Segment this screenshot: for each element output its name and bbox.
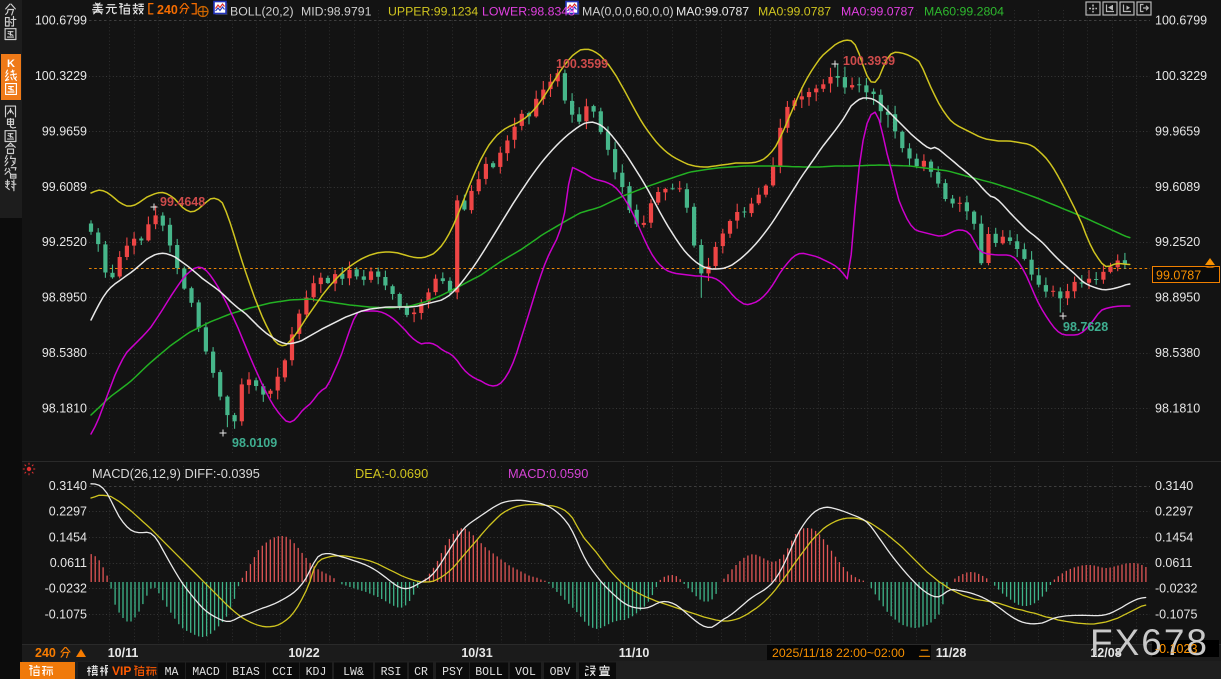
svg-text:MA0:99.0787: MA0:99.0787 bbox=[841, 5, 914, 19]
svg-text:240: 240 bbox=[157, 3, 178, 17]
svg-text:-0.1023: -0.1023 bbox=[1155, 642, 1197, 656]
svg-text:PSY: PSY bbox=[442, 666, 463, 679]
svg-text:0.0611: 0.0611 bbox=[1155, 556, 1192, 570]
svg-text:98.1810: 98.1810 bbox=[42, 402, 87, 416]
svg-text:99.2520: 99.2520 bbox=[1155, 235, 1200, 249]
svg-text:MA0:99.0787: MA0:99.0787 bbox=[758, 5, 831, 19]
svg-text:240: 240 bbox=[35, 646, 56, 660]
svg-text:MA(0,0,0,60,0,0): MA(0,0,0,60,0,0) bbox=[582, 5, 674, 19]
svg-text:99.4648: 99.4648 bbox=[160, 195, 205, 209]
svg-text:10/22: 10/22 bbox=[288, 646, 319, 660]
svg-text:LOWER:98.8348: LOWER:98.8348 bbox=[482, 5, 575, 19]
svg-text:100.3599: 100.3599 bbox=[556, 57, 608, 71]
svg-text:2025/11/18 22:00~02:00: 2025/11/18 22:00~02:00 bbox=[772, 646, 905, 660]
svg-text:99.9659: 99.9659 bbox=[42, 124, 87, 138]
svg-text:98.7628: 98.7628 bbox=[1063, 320, 1108, 334]
svg-text:VOL: VOL bbox=[515, 666, 536, 679]
svg-text:-0.0232: -0.0232 bbox=[45, 582, 87, 596]
svg-text:-0.0232: -0.0232 bbox=[1155, 582, 1197, 596]
svg-text:98.0109: 98.0109 bbox=[232, 436, 277, 450]
svg-text:100.3229: 100.3229 bbox=[35, 69, 87, 83]
svg-text:98.1810: 98.1810 bbox=[1155, 402, 1200, 416]
svg-text:99.9659: 99.9659 bbox=[1155, 124, 1200, 138]
svg-text:MACD(26,12,9) DIFF:-0.0395: MACD(26,12,9) DIFF:-0.0395 bbox=[92, 466, 260, 481]
svg-text:0.0611: 0.0611 bbox=[50, 556, 87, 570]
svg-text:-0.1075: -0.1075 bbox=[45, 607, 87, 621]
svg-text:UPPER:99.1234: UPPER:99.1234 bbox=[388, 5, 478, 19]
svg-text:BOLL: BOLL bbox=[475, 666, 503, 679]
svg-text:99.6089: 99.6089 bbox=[42, 180, 87, 194]
svg-text:MID:98.9791: MID:98.9791 bbox=[301, 5, 372, 19]
svg-text:100.3939: 100.3939 bbox=[843, 54, 895, 68]
svg-text:0.3140: 0.3140 bbox=[1155, 479, 1193, 493]
svg-text:0.2297: 0.2297 bbox=[1155, 505, 1193, 519]
svg-text:DEA:-0.0690: DEA:-0.0690 bbox=[355, 466, 428, 481]
svg-text:LW&: LW& bbox=[343, 666, 364, 679]
svg-text:BOLL(20,2): BOLL(20,2) bbox=[230, 5, 294, 19]
svg-text:10/11: 10/11 bbox=[108, 646, 139, 660]
svg-text:KDJ: KDJ bbox=[306, 666, 327, 679]
svg-text:OBV: OBV bbox=[550, 666, 571, 679]
svg-text:MA60:99.2804: MA60:99.2804 bbox=[924, 5, 1004, 19]
svg-text:0.1454: 0.1454 bbox=[49, 530, 87, 544]
svg-text:99.0787: 99.0787 bbox=[1156, 269, 1201, 283]
svg-text:RSI: RSI bbox=[381, 666, 402, 679]
svg-text:11/10: 11/10 bbox=[619, 646, 650, 660]
svg-text:100.3229: 100.3229 bbox=[1155, 69, 1207, 83]
svg-text:100.6799: 100.6799 bbox=[1155, 14, 1207, 28]
svg-text:0.2297: 0.2297 bbox=[49, 505, 87, 519]
svg-text:98.8950: 98.8950 bbox=[42, 291, 87, 305]
svg-text:VIP: VIP bbox=[112, 664, 131, 678]
svg-text:MA0:99.0787: MA0:99.0787 bbox=[676, 5, 749, 19]
svg-text:MA: MA bbox=[165, 666, 179, 679]
svg-text:CCI: CCI bbox=[272, 666, 293, 679]
svg-text:CR: CR bbox=[414, 666, 428, 679]
svg-text:100.6799: 100.6799 bbox=[35, 14, 87, 28]
svg-text:0.1454: 0.1454 bbox=[1155, 530, 1193, 544]
svg-text:11/28: 11/28 bbox=[936, 646, 967, 660]
svg-text:BIAS: BIAS bbox=[232, 666, 260, 679]
svg-text:-0.1075: -0.1075 bbox=[1155, 607, 1197, 621]
svg-text:98.5380: 98.5380 bbox=[1155, 346, 1200, 360]
svg-text:99.6089: 99.6089 bbox=[1155, 180, 1200, 194]
svg-text:MACD:0.0590: MACD:0.0590 bbox=[508, 466, 588, 481]
svg-text:98.5380: 98.5380 bbox=[42, 346, 87, 360]
svg-text:MACD: MACD bbox=[192, 666, 220, 679]
svg-text:98.8950: 98.8950 bbox=[1155, 291, 1200, 305]
svg-text:K: K bbox=[7, 58, 15, 70]
svg-text:99.2520: 99.2520 bbox=[42, 235, 87, 249]
svg-text:0.3140: 0.3140 bbox=[49, 479, 87, 493]
svg-text:10/31: 10/31 bbox=[461, 646, 492, 660]
